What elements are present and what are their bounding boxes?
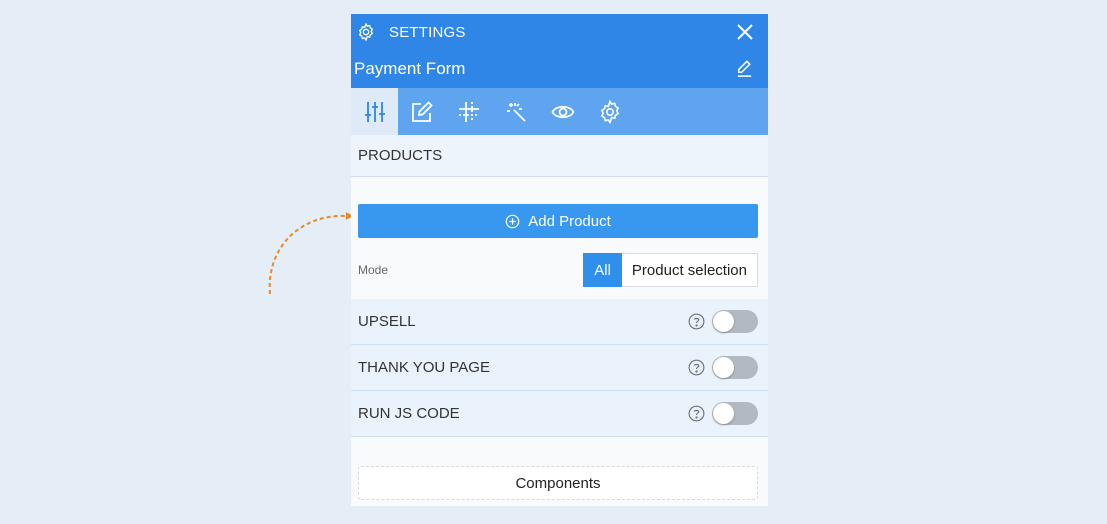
settings-title: SETTINGS: [389, 23, 466, 41]
products-heading: PRODUCTS: [351, 135, 768, 177]
form-title-bar: Payment Form: [351, 50, 768, 88]
help-icon[interactable]: [688, 313, 705, 330]
toggle-knob: [713, 311, 734, 332]
form-title: Payment Form: [354, 59, 466, 78]
help-icon[interactable]: [688, 405, 705, 422]
sliders-icon: [364, 101, 385, 122]
thank-you-page-row: THANK YOU PAGE: [351, 345, 768, 391]
thank-you-page-toggle[interactable]: [712, 356, 758, 379]
thank-you-page-label: THANK YOU PAGE: [358, 359, 490, 376]
layout-grid-icon: [458, 101, 479, 122]
upsell-row: UPSELL: [351, 299, 768, 345]
add-product-button[interactable]: Add Product: [358, 204, 758, 238]
help-icon[interactable]: [688, 359, 705, 376]
run-js-code-toggle[interactable]: [712, 402, 758, 425]
eye-icon: [550, 105, 575, 118]
settings-panel: SETTINGS Payment Form PRODUCTS Add Produ…: [351, 14, 768, 506]
components-button[interactable]: Components: [358, 466, 758, 500]
magic-wand-icon: [506, 102, 526, 122]
tab-effects[interactable]: [492, 88, 539, 135]
upsell-toggle[interactable]: [712, 310, 758, 333]
upsell-label: UPSELL: [358, 313, 416, 330]
add-product-label: Add Product: [528, 212, 611, 230]
close-icon[interactable]: [736, 23, 754, 41]
toggle-knob: [713, 403, 734, 424]
pointer-arrow: [268, 212, 353, 295]
settings-header: SETTINGS: [351, 14, 768, 50]
mode-label: Mode: [358, 263, 389, 277]
tab-bar: [351, 88, 768, 135]
tab-settings[interactable]: [351, 88, 398, 135]
run-js-code-label: RUN JS CODE: [358, 405, 460, 422]
gear-icon: [600, 99, 619, 124]
gear-icon: [358, 22, 374, 42]
tab-layout[interactable]: [445, 88, 492, 135]
tab-edit[interactable]: [398, 88, 445, 135]
tab-advanced-settings[interactable]: [586, 88, 633, 135]
tab-preview[interactable]: [539, 88, 586, 135]
edit-square-icon: [411, 100, 433, 122]
mode-toggle: All Product selection: [583, 253, 758, 287]
products-section: Add Product Mode All Product selection: [351, 177, 768, 299]
mode-option-all[interactable]: All: [583, 253, 622, 287]
toggle-knob: [713, 357, 734, 378]
mode-option-product-selection[interactable]: Product selection: [621, 253, 758, 287]
run-js-code-row: RUN JS CODE: [351, 391, 768, 437]
pencil-icon[interactable]: [735, 59, 754, 78]
plus-circle-icon: [505, 214, 520, 228]
